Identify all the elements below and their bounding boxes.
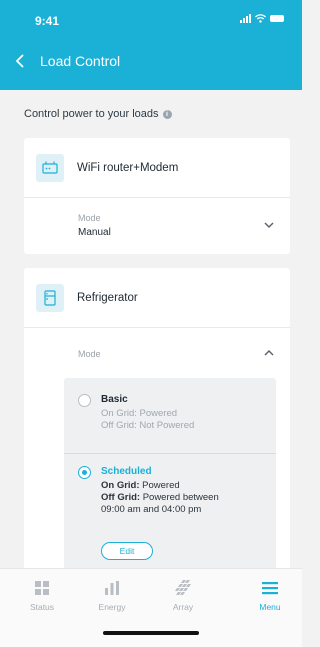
- menu-icon: [261, 579, 279, 597]
- array-panels-icon: [174, 579, 192, 597]
- mode-label: Mode: [78, 349, 101, 359]
- off-grid-line-2: 09:00 am and 04:00 pm: [101, 504, 202, 515]
- app-header: 9:41 Load Control: [0, 0, 302, 90]
- mode-label: Mode: [78, 213, 101, 223]
- option-scheduled[interactable]: Scheduled On Grid: Powered Off Grid: Pow…: [64, 460, 276, 570]
- option-title: Basic: [101, 394, 128, 405]
- tab-status[interactable]: Status: [12, 579, 72, 619]
- signal-icon: [240, 14, 251, 23]
- chevron-down-icon[interactable]: [262, 218, 276, 232]
- off-grid-line: Off Grid: Powered between: [101, 492, 219, 503]
- bottom-tab-bar: Status Energy Array Menu: [0, 568, 302, 647]
- page-title: Load Control: [40, 53, 121, 69]
- radio-button-selected[interactable]: [78, 466, 91, 479]
- option-basic[interactable]: Basic On Grid: Powered Off Grid: Not Pow…: [64, 388, 276, 454]
- tab-energy[interactable]: Energy: [82, 579, 142, 619]
- load-name: Refrigerator: [77, 291, 138, 304]
- energy-bars-icon: [103, 579, 121, 597]
- status-bar: 9:41: [0, 0, 302, 40]
- status-time: 9:41: [35, 14, 60, 28]
- back-arrow-icon[interactable]: [0, 46, 40, 76]
- mode-dropdown[interactable]: Mode Manual: [24, 198, 290, 254]
- load-header: Refrigerator: [24, 268, 290, 328]
- status-grid-icon: [33, 579, 51, 597]
- mode-value: Manual: [78, 227, 111, 238]
- status-icons: [240, 14, 284, 23]
- load-name: WiFi router+Modem: [77, 161, 179, 174]
- chevron-up-icon[interactable]: [262, 346, 276, 360]
- wifi-icon: [255, 14, 266, 23]
- router-icon: [36, 153, 64, 182]
- intro-text-row: Control power to your loads i: [24, 108, 172, 120]
- radio-button[interactable]: [78, 394, 91, 407]
- tab-label: Status: [29, 602, 55, 612]
- on-grid-line: On Grid: Powered: [101, 480, 180, 491]
- on-grid-line: On Grid: Powered: [101, 408, 178, 419]
- tab-label: Menu: [259, 602, 281, 612]
- refrigerator-icon: [36, 283, 64, 312]
- home-indicator: [103, 631, 199, 635]
- load-header: WiFi router+Modem: [24, 138, 290, 198]
- mode-dropdown[interactable]: Mode: [24, 328, 290, 378]
- tab-array[interactable]: Array: [153, 579, 213, 619]
- tab-label: Array: [172, 602, 194, 612]
- off-grid-line: Off Grid: Not Powered: [101, 420, 195, 431]
- option-title: Scheduled: [101, 466, 152, 477]
- battery-icon: [270, 15, 284, 22]
- title-row: Load Control: [0, 46, 302, 76]
- edit-button[interactable]: Edit: [101, 542, 153, 560]
- load-card-wifi: WiFi router+Modem Mode Manual: [24, 138, 290, 254]
- info-icon[interactable]: i: [162, 109, 172, 119]
- tab-menu[interactable]: Menu: [240, 579, 300, 619]
- intro-text: Control power to your loads: [24, 108, 159, 120]
- tab-label: Energy: [98, 602, 126, 612]
